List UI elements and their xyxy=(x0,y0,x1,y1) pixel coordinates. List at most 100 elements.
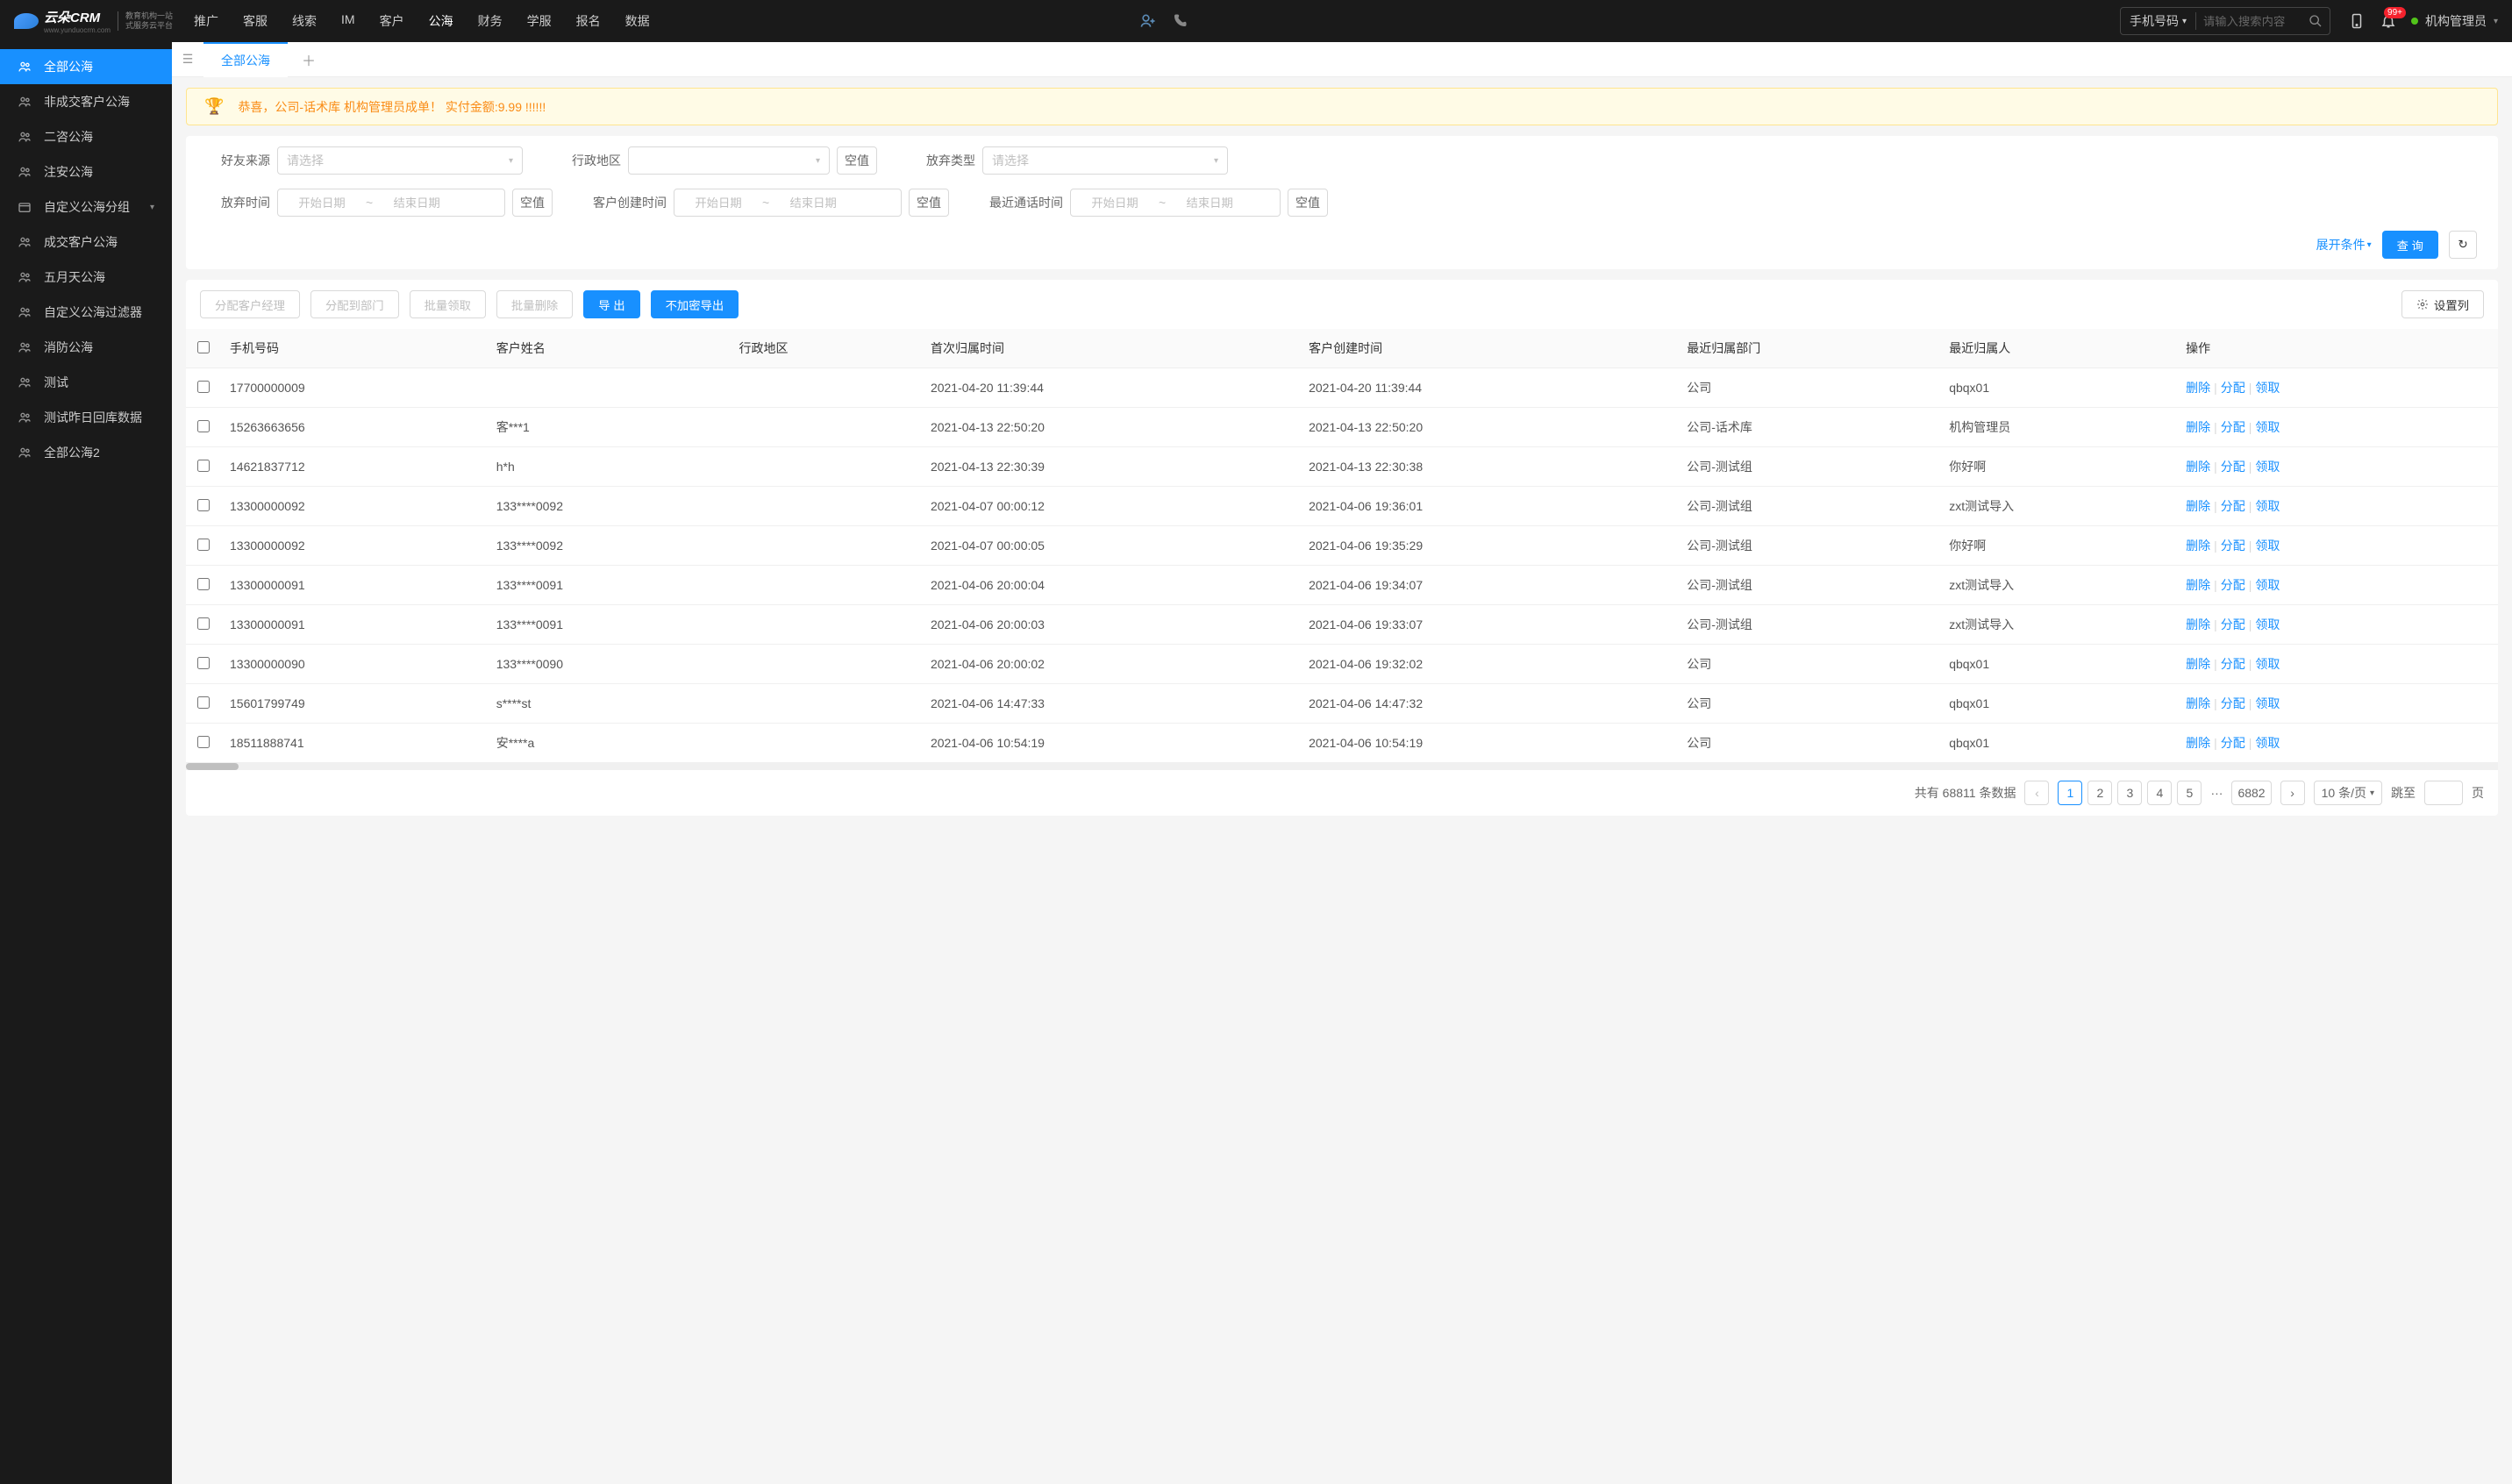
bell-icon[interactable]: 99+ xyxy=(2380,12,2397,30)
prev-page-button[interactable]: ‹ xyxy=(2024,781,2049,805)
sidebar-item[interactable]: 测试昨日回库数据 xyxy=(0,400,172,435)
range-call-time[interactable]: ~ xyxy=(1070,189,1281,217)
batch-get-button[interactable]: 批量领取 xyxy=(410,290,486,318)
row-assign-link[interactable]: 分配 xyxy=(2221,617,2245,631)
nav-item[interactable]: 推广 xyxy=(190,12,222,30)
tab-all-public[interactable]: 全部公海 xyxy=(203,42,288,77)
sidebar-item[interactable]: 注安公海 xyxy=(0,154,172,189)
row-get-link[interactable]: 领取 xyxy=(2255,657,2280,671)
refresh-button[interactable]: ↻ xyxy=(2449,231,2477,259)
add-tab-button[interactable]: ＋ xyxy=(288,49,330,70)
expand-filters-button[interactable]: 展开条件▾ xyxy=(2316,236,2372,253)
add-user-icon[interactable] xyxy=(1139,12,1157,30)
sidebar-item[interactable]: 非成交客户公海 xyxy=(0,84,172,119)
row-get-link[interactable]: 领取 xyxy=(2255,539,2280,553)
row-delete-link[interactable]: 删除 xyxy=(2186,381,2210,395)
user-menu[interactable]: 机构管理员 ▾ xyxy=(2411,12,2498,30)
row-assign-link[interactable]: 分配 xyxy=(2221,381,2245,395)
jump-page-input[interactable] xyxy=(2424,781,2463,805)
row-assign-link[interactable]: 分配 xyxy=(2221,539,2245,553)
abandon-start-input[interactable] xyxy=(278,196,366,210)
search-type-select[interactable]: 手机号码▾ xyxy=(2121,12,2196,30)
sidebar-item[interactable]: 成交客户公海 xyxy=(0,225,172,260)
abandon-end-input[interactable] xyxy=(373,196,460,210)
row-assign-link[interactable]: 分配 xyxy=(2221,696,2245,710)
sidebar-item[interactable]: 测试 xyxy=(0,365,172,400)
row-delete-link[interactable]: 删除 xyxy=(2186,657,2210,671)
sidebar-item[interactable]: 五月天公海 xyxy=(0,260,172,295)
nav-item[interactable]: 客户 xyxy=(376,12,408,30)
create-end-input[interactable] xyxy=(769,196,857,210)
call-start-input[interactable] xyxy=(1071,196,1159,210)
row-delete-link[interactable]: 删除 xyxy=(2186,460,2210,474)
nav-item[interactable]: 线索 xyxy=(289,12,320,30)
page-button[interactable]: 5 xyxy=(2177,781,2202,805)
row-checkbox[interactable] xyxy=(197,578,210,590)
search-input[interactable] xyxy=(2196,15,2301,28)
nav-item[interactable]: IM xyxy=(338,12,359,30)
create-empty-button[interactable]: 空值 xyxy=(909,189,949,217)
row-assign-link[interactable]: 分配 xyxy=(2221,499,2245,513)
row-get-link[interactable]: 领取 xyxy=(2255,381,2280,395)
next-page-button[interactable]: › xyxy=(2280,781,2305,805)
search-icon[interactable] xyxy=(2301,14,2330,28)
row-checkbox[interactable] xyxy=(197,736,210,748)
export-button[interactable]: 导 出 xyxy=(583,290,639,318)
row-checkbox[interactable] xyxy=(197,381,210,393)
nav-item[interactable]: 公海 xyxy=(425,12,457,30)
last-page-button[interactable]: 6882 xyxy=(2231,781,2271,805)
row-assign-link[interactable]: 分配 xyxy=(2221,460,2245,474)
row-delete-link[interactable]: 删除 xyxy=(2186,736,2210,750)
row-assign-link[interactable]: 分配 xyxy=(2221,420,2245,434)
row-delete-link[interactable]: 删除 xyxy=(2186,420,2210,434)
select-all-checkbox[interactable] xyxy=(197,341,210,353)
collapse-tabs-icon[interactable]: ☰ xyxy=(172,52,203,67)
row-checkbox[interactable] xyxy=(197,539,210,551)
config-columns-button[interactable]: 设置列 xyxy=(2401,290,2484,318)
page-size-select[interactable]: 10 条/页 ▾ xyxy=(2314,781,2382,805)
horizontal-scrollbar[interactable] xyxy=(186,763,2498,770)
assign-dept-button[interactable]: 分配到部门 xyxy=(310,290,399,318)
range-abandon-time[interactable]: ~ xyxy=(277,189,505,217)
row-checkbox[interactable] xyxy=(197,696,210,709)
mobile-icon[interactable] xyxy=(2348,12,2366,30)
nav-item[interactable]: 学服 xyxy=(524,12,555,30)
region-empty-button[interactable]: 空值 xyxy=(837,146,877,175)
call-end-input[interactable] xyxy=(1166,196,1253,210)
row-get-link[interactable]: 领取 xyxy=(2255,696,2280,710)
row-get-link[interactable]: 领取 xyxy=(2255,460,2280,474)
row-delete-link[interactable]: 删除 xyxy=(2186,499,2210,513)
row-get-link[interactable]: 领取 xyxy=(2255,420,2280,434)
row-assign-link[interactable]: 分配 xyxy=(2221,657,2245,671)
row-get-link[interactable]: 领取 xyxy=(2255,736,2280,750)
row-checkbox[interactable] xyxy=(197,657,210,669)
phone-icon[interactable] xyxy=(1171,12,1188,30)
row-delete-link[interactable]: 删除 xyxy=(2186,539,2210,553)
nav-item[interactable]: 客服 xyxy=(239,12,271,30)
row-assign-link[interactable]: 分配 xyxy=(2221,578,2245,592)
call-empty-button[interactable]: 空值 xyxy=(1288,189,1328,217)
sidebar-item[interactable]: 二咨公海 xyxy=(0,119,172,154)
row-get-link[interactable]: 领取 xyxy=(2255,578,2280,592)
row-delete-link[interactable]: 删除 xyxy=(2186,578,2210,592)
page-button[interactable]: 3 xyxy=(2117,781,2142,805)
row-checkbox[interactable] xyxy=(197,420,210,432)
row-checkbox[interactable] xyxy=(197,460,210,472)
row-checkbox[interactable] xyxy=(197,617,210,630)
logo[interactable]: 云朵CRM www.yunduocrm.com 教育机构一站式服务云平台 xyxy=(14,8,173,34)
select-abandon-type[interactable]: 请选择▾ xyxy=(982,146,1228,175)
nav-item[interactable]: 报名 xyxy=(573,12,604,30)
sidebar-item[interactable]: 消防公海 xyxy=(0,330,172,365)
row-delete-link[interactable]: 删除 xyxy=(2186,617,2210,631)
sidebar-item[interactable]: 全部公海2 xyxy=(0,435,172,470)
nav-item[interactable]: 财务 xyxy=(475,12,506,30)
nav-item[interactable]: 数据 xyxy=(622,12,653,30)
sidebar-item[interactable]: 自定义公海分组▾ xyxy=(0,189,172,225)
select-source[interactable]: 请选择▾ xyxy=(277,146,523,175)
export-plain-button[interactable]: 不加密导出 xyxy=(651,290,739,318)
row-get-link[interactable]: 领取 xyxy=(2255,499,2280,513)
create-start-input[interactable] xyxy=(674,196,762,210)
row-assign-link[interactable]: 分配 xyxy=(2221,736,2245,750)
select-region[interactable]: ▾ xyxy=(628,146,830,175)
page-button[interactable]: 2 xyxy=(2087,781,2112,805)
